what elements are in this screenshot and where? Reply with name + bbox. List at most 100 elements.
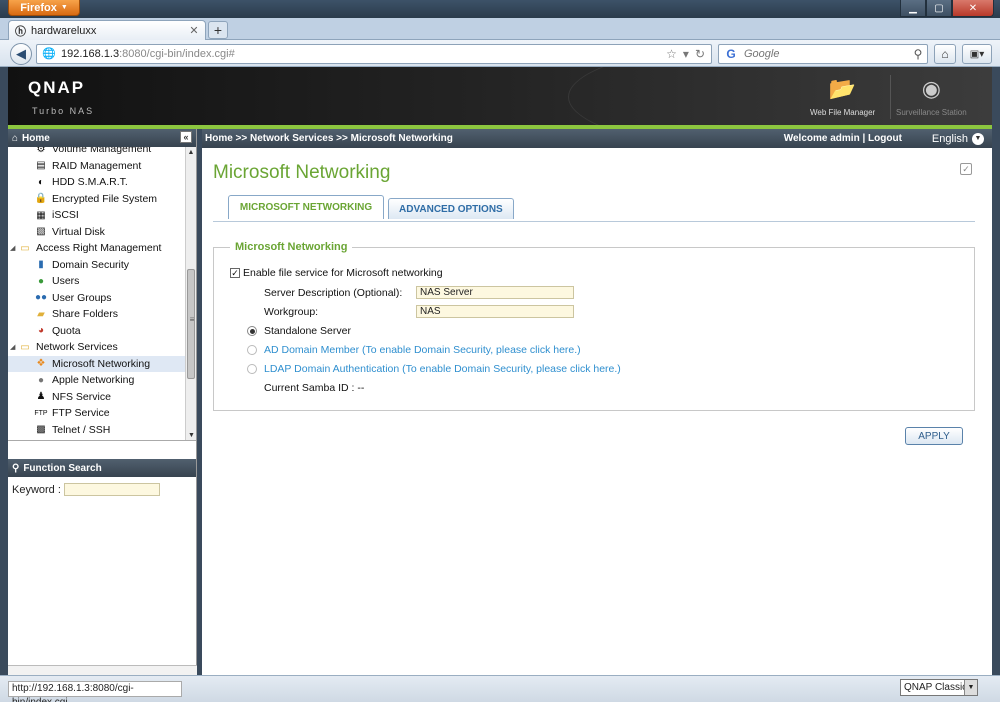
iscsi-icon: ▦ — [36, 209, 46, 221]
sidebar-item-domain-security[interactable]: ▮ Domain Security — [8, 257, 196, 274]
page-option-checkbox[interactable]: ✓ — [960, 163, 972, 175]
standalone-server-label[interactable]: Standalone Server — [264, 325, 351, 337]
new-tab-button[interactable]: + — [208, 21, 228, 39]
server-description-input[interactable]: NAS Server — [416, 286, 574, 299]
samba-id-text: Current Samba ID : -- — [264, 382, 365, 394]
sidebar-item-apple-networking[interactable]: ● Apple Networking — [8, 372, 196, 389]
url-bar[interactable]: 🌐 192.168.1.3:8080/cgi-bin/index.cgi# ☆ … — [36, 44, 712, 64]
apply-button[interactable]: APPLY — [905, 427, 963, 445]
tab-divider — [213, 221, 975, 222]
sidebar-item-user-groups[interactable]: ●● User Groups — [8, 290, 196, 307]
sidebar-item-virtual-disk[interactable]: ▧ Virtual Disk — [8, 224, 196, 241]
sidebar-item-ftp-service[interactable]: FTP FTP Service — [8, 405, 196, 422]
breadcrumb-path[interactable]: Home >> Network Services >> Microsoft Ne… — [205, 133, 784, 144]
sidebar-item-label: Share Folders — [52, 308, 118, 321]
sidebar-item-nfs-service[interactable]: ♟ NFS Service — [8, 389, 196, 406]
sidebar-item-label: Telnet / SSH — [52, 423, 111, 436]
server-description-label: Server Description (Optional): — [264, 286, 403, 299]
chevron-down-icon[interactable]: ▼ — [964, 680, 977, 695]
google-icon[interactable]: G — [722, 47, 740, 61]
enable-service-checkbox[interactable]: ✓ — [230, 268, 240, 278]
reload-icon[interactable]: ↻ — [695, 47, 705, 61]
sidebar-item-volume-management[interactable]: ⚙ Volume Management — [8, 147, 196, 158]
sidebar-home-label: Home — [22, 132, 50, 144]
breadcrumb: Home >> Network Services >> Microsoft Ne… — [202, 129, 992, 148]
home-icon: ⌂ — [941, 47, 949, 61]
welcome-logout-link[interactable]: Welcome admin | Logout — [784, 133, 902, 144]
bookmark-star-icon[interactable]: ☆ — [666, 47, 677, 61]
hdd-icon: ◐ — [37, 176, 45, 188]
url-host: 192.168.1.3 — [61, 48, 120, 60]
sidebar-item-hdd-smart[interactable]: ◐ HDD S.M.A.R.T. — [8, 174, 196, 191]
minimize-icon[interactable]: ▁ — [900, 0, 926, 17]
function-search-label: Function Search — [23, 462, 102, 474]
users-icon: ●● — [34, 292, 48, 304]
search-input[interactable] — [740, 48, 909, 60]
workgroup-input[interactable]: NAS — [416, 305, 574, 318]
web-file-manager-app[interactable]: 📂 Web File Manager — [810, 73, 875, 117]
tab-title: hardwareluxx — [31, 24, 97, 37]
sidebar-group-access-right-management[interactable]: ◢ ▭ Access Right Management — [8, 240, 196, 257]
scrollbar-thumb[interactable]: ≡ — [187, 269, 195, 379]
user-icon: ● — [37, 275, 45, 287]
ad-domain-member-row: AD Domain Member (To enable Domain Secur… — [247, 344, 581, 356]
disk-icon: ⚙ — [36, 147, 46, 155]
sidebar-item-encrypted-file-system[interactable]: 🔒 Encrypted File System — [8, 191, 196, 208]
ldap-authentication-row: LDAP Domain Authentication (To enable Do… — [247, 363, 621, 375]
history-dropdown-icon[interactable]: ▾ — [683, 47, 689, 61]
ldap-authentication-link[interactable]: LDAP Domain Authentication (To enable Do… — [264, 363, 621, 375]
sidebar-item-share-folders[interactable]: ▰ Share Folders — [8, 306, 196, 323]
standalone-server-radio[interactable] — [247, 326, 257, 336]
sidebar-item-users[interactable]: ● Users — [8, 273, 196, 290]
sidebar-item-telnet-ssh[interactable]: ▩ Telnet / SSH — [8, 422, 196, 439]
navigation-bar: ◀ 🌐 192.168.1.3:8080/cgi-bin/index.cgi# … — [0, 40, 1000, 67]
enable-service-label[interactable]: Enable file service for Microsoft networ… — [243, 267, 443, 279]
sidebar-item-label: RAID Management — [52, 159, 142, 172]
back-button[interactable]: ◀ — [10, 43, 32, 65]
ldap-authentication-radio[interactable] — [247, 364, 257, 374]
expanded-triangle-icon[interactable]: ◢ — [10, 343, 18, 351]
home-button[interactable]: ⌂ — [934, 44, 956, 64]
sidebar-item-microsoft-networking[interactable]: ❖ Microsoft Networking — [8, 355, 196, 372]
addon-menu-button[interactable]: ▣▾ — [962, 44, 992, 64]
sidebar-item-raid-management[interactable]: ▤ RAID Management — [8, 158, 196, 175]
tab-close-icon[interactable]: ✕ — [187, 24, 201, 37]
virtual-disk-icon: ▧ — [36, 226, 46, 238]
arrow-left-icon: ◀ — [16, 46, 26, 61]
sidebar-item-iscsi[interactable]: ▦ iSCSI — [8, 207, 196, 224]
camera-icon: ◉ — [921, 76, 941, 101]
keyword-input[interactable] — [63, 483, 160, 496]
site-identity-icon[interactable]: 🌐 — [41, 47, 57, 61]
share-folder-icon: ▰ — [37, 308, 45, 320]
collapse-sidebar-icon[interactable]: « — [180, 131, 192, 143]
ad-domain-member-link[interactable]: AD Domain Member (To enable Domain Secur… — [264, 344, 581, 356]
ad-domain-member-radio[interactable] — [247, 345, 257, 355]
window-frame-right — [992, 67, 1000, 675]
search-bar[interactable]: G ⚲ — [718, 44, 928, 64]
firefox-menu-button[interactable]: Firefox ▼ — [8, 0, 80, 16]
windows-icon: ❖ — [36, 358, 46, 370]
sidebar-item-label: Domain Security — [52, 258, 130, 271]
sidebar-scrollbar[interactable]: ▲ ≡ ▼ — [185, 147, 196, 440]
language-label[interactable]: English — [932, 133, 968, 145]
language-dropdown-icon[interactable]: ▼ — [972, 132, 984, 145]
function-search-header: ⚲ Function Search — [8, 459, 196, 477]
tab-microsoft-networking[interactable]: MICROSOFT NETWORKING — [228, 195, 384, 219]
close-icon[interactable]: ✕ — [952, 0, 994, 17]
book-icon: ▮ — [38, 259, 44, 271]
sidebar-home-header[interactable]: ⌂ Home « — [8, 129, 196, 147]
tab-advanced-options[interactable]: ADVANCED OPTIONS — [388, 198, 514, 219]
workgroup-row: Workgroup: NAS — [264, 305, 574, 318]
expanded-triangle-icon[interactable]: ◢ — [10, 244, 18, 252]
scroll-up-icon[interactable]: ▲ — [186, 147, 196, 158]
theme-select[interactable]: QNAP Classic ▼ — [900, 679, 978, 696]
scroll-down-icon[interactable]: ▼ — [186, 430, 196, 440]
sidebar-item-label: Quota — [52, 324, 81, 337]
section-title: Microsoft Networking — [230, 241, 353, 253]
surveillance-station-app[interactable]: ◉ Surveillance Station — [896, 73, 967, 117]
sidebar-item-quota[interactable]: ◕ Quota — [8, 323, 196, 340]
search-magnifier-icon[interactable]: ⚲ — [909, 47, 927, 61]
maximize-icon[interactable]: ▢ — [926, 0, 952, 17]
sidebar-group-network-services[interactable]: ◢ ▭ Network Services — [8, 339, 196, 356]
browser-tab[interactable]: ⓗ hardwareluxx ✕ — [8, 20, 206, 40]
